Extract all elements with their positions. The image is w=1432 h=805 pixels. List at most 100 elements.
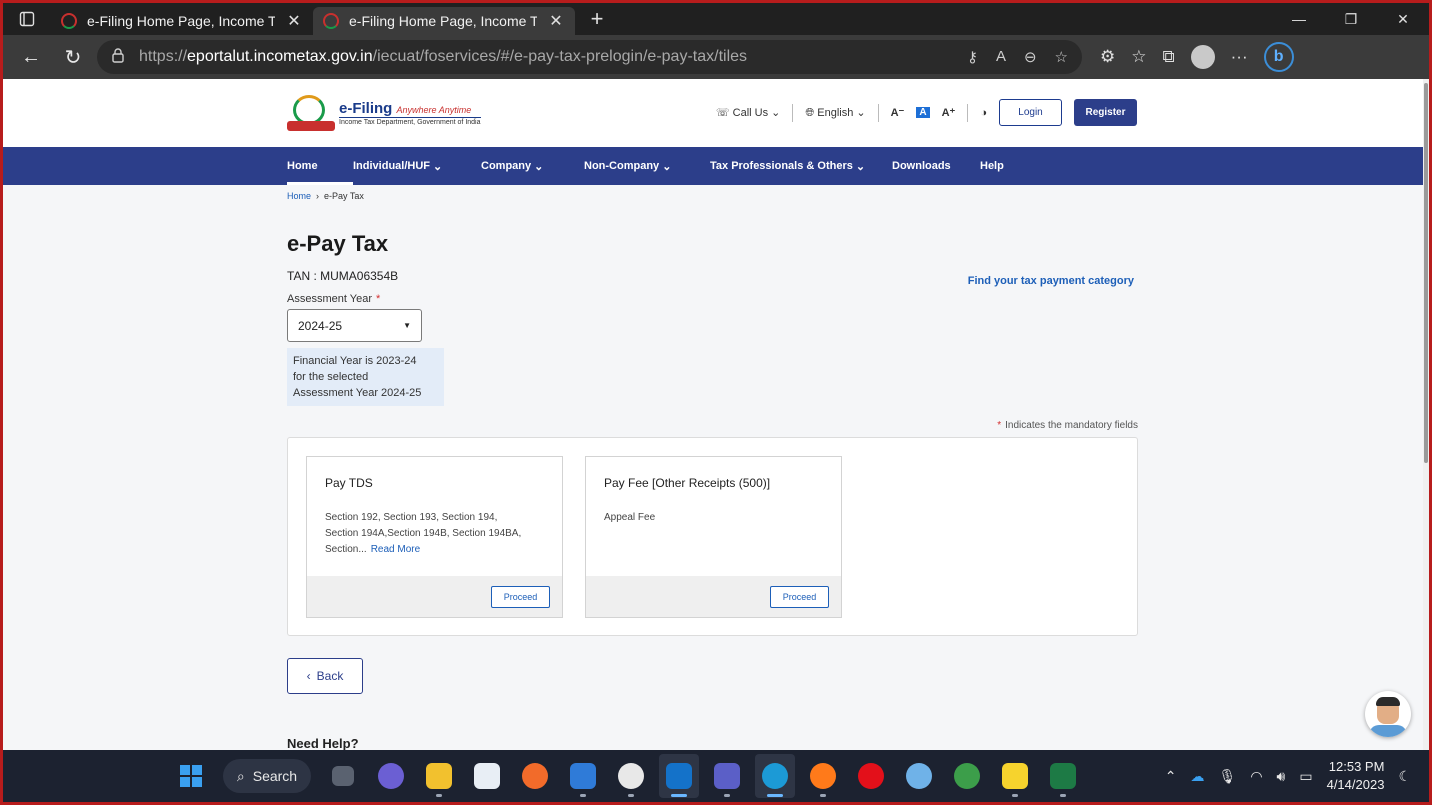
snipping-tool-icon[interactable] xyxy=(515,754,555,798)
proceed-button[interactable]: Proceed xyxy=(491,585,550,608)
teams-icon[interactable] xyxy=(707,754,747,798)
site-favicon-icon xyxy=(61,13,77,29)
nav-item-company[interactable]: Company ⌄ xyxy=(481,147,584,185)
find-category-link[interactable]: Find your tax payment category xyxy=(968,275,1134,287)
page-title: e-Pay Tax xyxy=(287,231,389,256)
proceed-button[interactable]: Proceed xyxy=(770,585,829,608)
card-description: Appeal Fee xyxy=(604,512,656,523)
card-description: Section 192, Section 193, Section 194, S… xyxy=(325,512,522,555)
microphone-icon[interactable]: 🎙︎ xyxy=(1219,768,1237,785)
url-input[interactable]: https://eportalut.incometax.gov.in/iecua… xyxy=(97,40,1082,74)
extensions-icon[interactable]: ⚙ xyxy=(1100,47,1115,67)
favorite-add-icon[interactable]: ☆ xyxy=(1055,48,1068,66)
collections-icon[interactable]: ⧉ xyxy=(1163,47,1175,67)
assessment-year-select[interactable]: 2024-25 ▼ xyxy=(287,309,422,342)
header-actions: ☏ Call Us ⌄ 🌐︎ English ⌄ A⁻ A A⁺ ◑ Login… xyxy=(716,99,1137,126)
zoom-icon[interactable]: ⊖ xyxy=(1024,48,1037,66)
file-explorer-icon[interactable] xyxy=(419,754,459,798)
refresh-icon[interactable]: ↻ xyxy=(55,39,91,75)
increase-font-button[interactable]: A⁺ xyxy=(942,106,956,119)
bing-icon[interactable]: b xyxy=(1263,42,1294,72)
nav-item-home[interactable]: Home xyxy=(287,147,353,185)
normal-font-button[interactable]: A xyxy=(916,107,930,118)
wifi-icon[interactable]: ◠ xyxy=(1250,768,1262,785)
close-tab-icon[interactable]: ✕ xyxy=(547,11,565,31)
outlook-icon[interactable] xyxy=(659,754,699,798)
decrease-font-button[interactable]: A⁻ xyxy=(891,106,905,119)
microsoft-store-icon[interactable] xyxy=(467,754,507,798)
nav-item-non-company[interactable]: Non-Company ⌄ xyxy=(584,147,710,185)
chatbot-avatar[interactable] xyxy=(1365,691,1411,737)
need-help-heading: Need Help? xyxy=(287,736,359,750)
card-title: Pay Fee [Other Receipts (500)] xyxy=(604,476,771,490)
login-button[interactable]: Login xyxy=(999,99,1062,126)
logo-subtitle: Income Tax Department, Government of Ind… xyxy=(339,117,481,126)
pay-fee-card: Pay Fee [Other Receipts (500)] Appeal Fe… xyxy=(585,456,842,618)
defender-icon[interactable] xyxy=(563,754,603,798)
nav-item-individual-huf[interactable]: Individual/HUF ⌄ xyxy=(353,147,481,185)
browser-tab-1[interactable]: e-Filing Home Page, Income Tax ✕ xyxy=(51,7,313,35)
efiling-logo[interactable]: e-Filing Anywhere Anytime Income Tax Dep… xyxy=(287,95,481,131)
key-icon[interactable]: ⚷ xyxy=(967,48,978,66)
contrast-icon[interactable]: ◑ xyxy=(980,107,987,119)
back-button[interactable]: ‹ Back xyxy=(287,658,363,694)
edge-icon[interactable] xyxy=(755,754,795,798)
taskbar-search[interactable]: ⌕ Search xyxy=(223,759,311,793)
chrome-icon[interactable] xyxy=(947,754,987,798)
notifications-icon[interactable]: ☾ xyxy=(1398,768,1411,785)
task-view-icon[interactable] xyxy=(323,754,363,798)
call-us-dropdown[interactable]: ☏ Call Us ⌄ xyxy=(716,106,781,119)
url-text: https://eportalut.incometax.gov.in/iecua… xyxy=(139,48,748,65)
restore-icon[interactable]: ❐ xyxy=(1325,3,1377,35)
tab-title: e-Filing Home Page, Income Tax xyxy=(349,13,537,29)
profile-avatar[interactable] xyxy=(1190,45,1215,69)
register-button[interactable]: Register xyxy=(1074,99,1137,126)
assessment-year-value: 2024-25 xyxy=(298,318,343,333)
tab-actions-icon[interactable] xyxy=(3,3,51,35)
onedrive-icon[interactable]: ☁ xyxy=(1191,768,1205,785)
breadcrumb-home[interactable]: Home xyxy=(287,191,311,201)
firefox-icon[interactable] xyxy=(803,754,843,798)
clock-time: 12:53 PM xyxy=(1328,759,1385,774)
language-dropdown[interactable]: 🌐︎ English ⌄ xyxy=(805,106,865,120)
minimize-icon[interactable]: — xyxy=(1273,3,1325,35)
system-tray: ⌃ ☁ 🎙︎ ◠ 🔊︎ ▭ 12:53 PM 4/14/2023 ☾ xyxy=(1165,750,1411,802)
new-tab-icon[interactable]: + xyxy=(581,6,613,32)
chat-icon[interactable] xyxy=(371,754,411,798)
site-header: e-Filing Anywhere Anytime Income Tax Dep… xyxy=(3,79,1423,147)
more-menu-icon[interactable]: ··· xyxy=(1231,47,1248,67)
breadcrumb: Home › e-Pay Tax xyxy=(287,191,364,201)
favorites-icon[interactable]: ☆ xyxy=(1131,47,1146,67)
excel-icon[interactable] xyxy=(1043,754,1083,798)
read-more-link[interactable]: Read More xyxy=(371,544,420,555)
page-scrollbar[interactable] xyxy=(1423,79,1429,750)
paint-icon[interactable] xyxy=(899,754,939,798)
sticky-notes-icon[interactable] xyxy=(995,754,1035,798)
main-content: Home › e-Pay Tax e-Pay Tax TAN : MUMA063… xyxy=(287,185,1138,750)
volume-icon[interactable]: 🔊︎ xyxy=(1277,768,1286,785)
browser-window: e-Filing Home Page, Income Tax ✕ e-Filin… xyxy=(3,3,1429,750)
read-aloud-icon[interactable]: A xyxy=(996,48,1006,66)
back-arrow-icon[interactable]: ← xyxy=(13,39,49,75)
nav-item-help[interactable]: Help xyxy=(980,147,1004,185)
nav-item-tax-professionals[interactable]: Tax Professionals & Others ⌄ xyxy=(710,147,892,185)
mandatory-note: * Indicates the mandatory fields xyxy=(997,420,1138,431)
assessment-year-label: Assessment Year * xyxy=(287,293,381,305)
close-window-icon[interactable]: ✕ xyxy=(1377,3,1429,35)
opera-icon[interactable] xyxy=(851,754,891,798)
battery-icon[interactable]: ▭ xyxy=(1299,768,1312,785)
chevron-up-icon[interactable]: ⌃ xyxy=(1165,768,1177,785)
card-title: Pay TDS xyxy=(325,476,373,490)
tab-bar: e-Filing Home Page, Income Tax ✕ e-Filin… xyxy=(3,3,1429,35)
url-actions: ⚷ A ⊖ ☆ xyxy=(967,48,1068,66)
windows-start-icon[interactable] xyxy=(171,754,211,798)
nav-item-downloads[interactable]: Downloads xyxy=(892,147,980,185)
logo-tagline: Anywhere Anytime xyxy=(396,105,472,115)
clock[interactable]: 12:53 PM 4/14/2023 xyxy=(1327,758,1385,794)
chevron-left-icon: ‹ xyxy=(306,669,311,683)
close-tab-icon[interactable]: ✕ xyxy=(285,11,303,31)
soccer-app-icon[interactable] xyxy=(611,754,651,798)
browser-tab-2[interactable]: e-Filing Home Page, Income Tax ✕ xyxy=(313,7,575,35)
main-nav: Home Individual/HUF ⌄ Company ⌄ Non-Comp… xyxy=(3,147,1423,185)
tab-title: e-Filing Home Page, Income Tax xyxy=(87,13,275,29)
